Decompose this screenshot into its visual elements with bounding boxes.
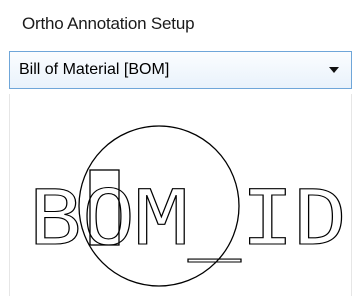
ortho-annotation-setup-panel: Ortho Annotation Setup Bill of Material … [0,0,360,304]
annotation-preview: BOM_ID [9,94,352,296]
balloon-label: BOM_ID [29,173,347,262]
annotation-type-dropdown[interactable]: Bill of Material [BOM] [9,51,352,89]
panel-title: Ortho Annotation Setup [22,14,195,33]
chevron-down-icon[interactable] [329,67,339,73]
bom-balloon-preview: BOM_ID [28,125,348,287]
dropdown-selected-value: Bill of Material [BOM] [19,61,170,78]
